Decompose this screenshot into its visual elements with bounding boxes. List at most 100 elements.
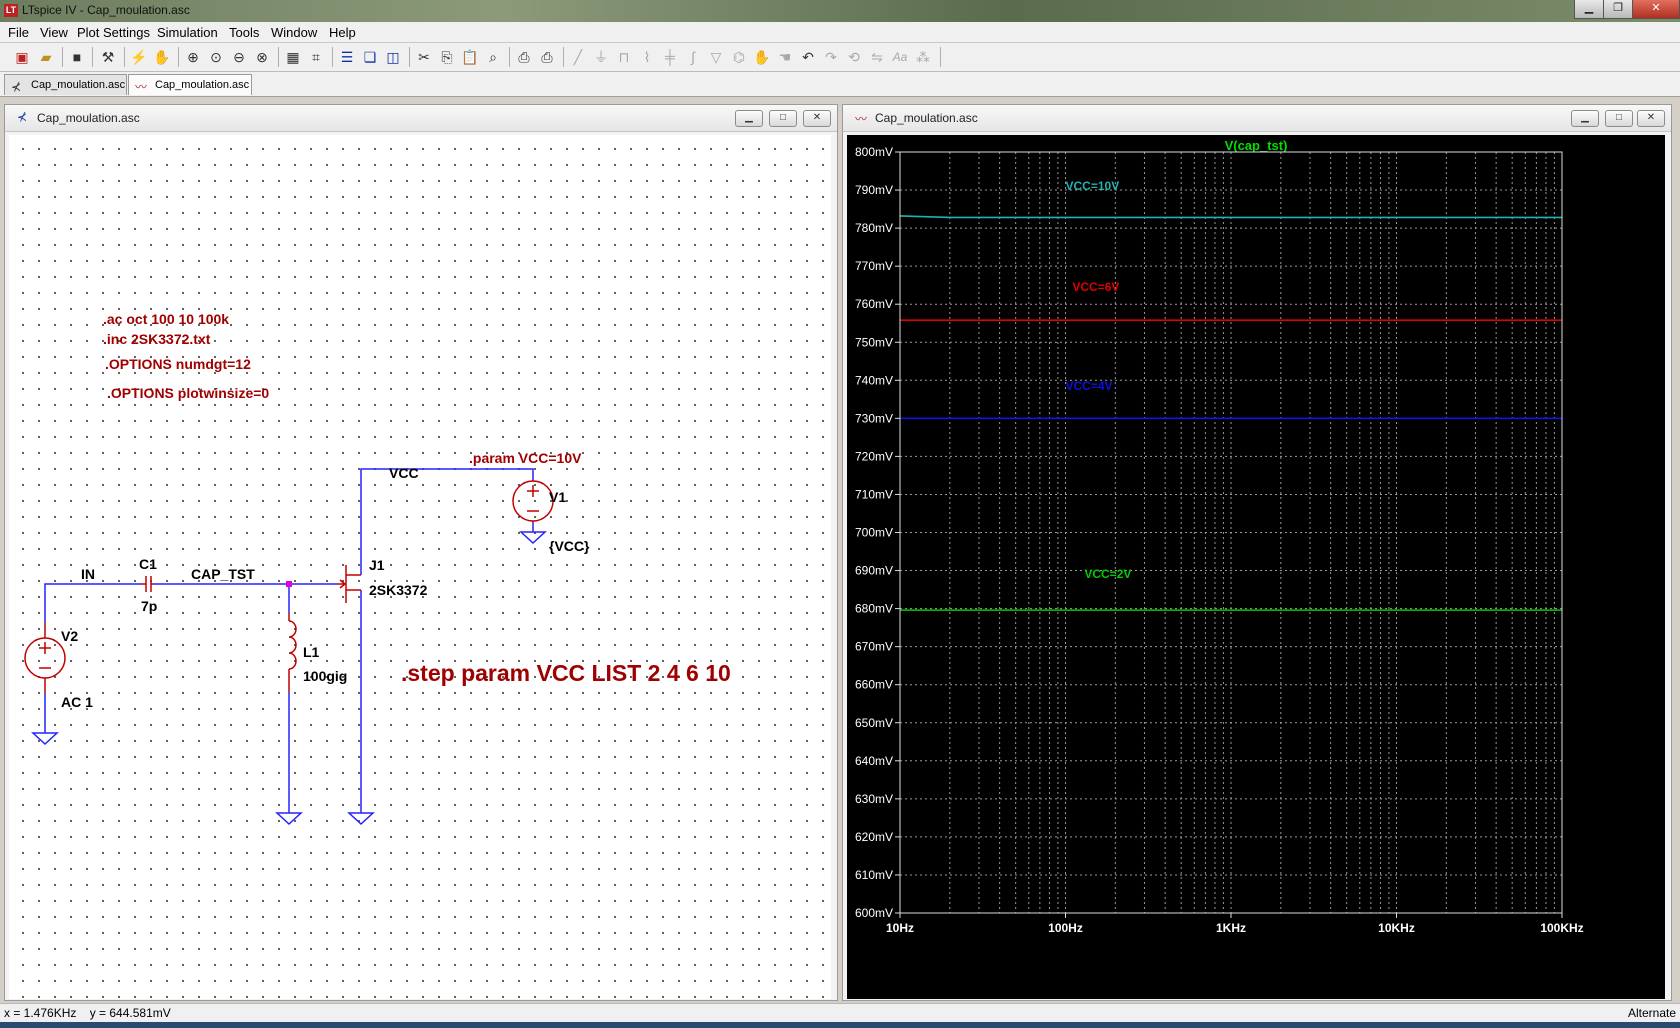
close-button[interactable]: ✕ bbox=[1632, 0, 1680, 19]
j1-label: J1 bbox=[369, 557, 385, 573]
v1-label: V1 bbox=[549, 489, 566, 505]
directive-step[interactable]: .step param VCC LIST 2 4 6 10 bbox=[401, 660, 731, 686]
wire bbox=[44, 583, 141, 622]
zoom-fit-icon[interactable]: ⊗ bbox=[252, 47, 272, 67]
wire bbox=[360, 468, 534, 575]
schematic-window-title: Cap_moulation.asc bbox=[37, 111, 140, 125]
toolbar-separator bbox=[178, 47, 179, 67]
autorange-icon[interactable]: ▦ bbox=[283, 47, 303, 67]
net-label-cap-tst: CAP_TST bbox=[191, 566, 255, 582]
rotate-icon[interactable]: ⟲ bbox=[844, 47, 864, 67]
tab-waveform[interactable]: 〰 Cap_moulation.asc bbox=[128, 74, 252, 95]
paste-icon[interactable]: 📋 bbox=[460, 47, 480, 67]
menu-help[interactable]: Help bbox=[329, 25, 356, 40]
directive-ac[interactable]: .ac oct 100 10 100k bbox=[103, 311, 229, 327]
minimize-button[interactable]: ▁ bbox=[1574, 0, 1604, 19]
x-tick-label: 100KHz bbox=[1540, 921, 1583, 935]
spice-directive-icon[interactable]: ⁂ bbox=[913, 47, 933, 67]
toolbar-separator bbox=[332, 47, 333, 67]
print-icon[interactable]: ⎙ bbox=[537, 47, 557, 67]
toolbar-separator bbox=[124, 47, 125, 67]
component-icon[interactable]: ⌬ bbox=[729, 47, 749, 67]
schematic-canvas[interactable]: IN C1 7p CAP_TST VCC V1 {VCC} J1 2SK3372… bbox=[9, 135, 831, 999]
schematic-window: ⊀ Cap_moulation.asc ▁ □ ✕ IN C1 7p CAP_T… bbox=[4, 104, 838, 1001]
menu-window[interactable]: Window bbox=[271, 25, 317, 40]
copy-icon[interactable]: ⎘ bbox=[437, 47, 457, 67]
menu-file[interactable]: File bbox=[8, 25, 29, 40]
resistor-icon[interactable]: ⌇ bbox=[637, 47, 657, 67]
cascade-icon[interactable]: ❏ bbox=[360, 47, 380, 67]
zoom-out-icon[interactable]: ⊖ bbox=[229, 47, 249, 67]
inductor-icon[interactable]: ∫ bbox=[683, 47, 703, 67]
label-net-icon[interactable]: ⊓ bbox=[614, 47, 634, 67]
diode-icon[interactable]: ▽ bbox=[706, 47, 726, 67]
ground-icon bbox=[275, 812, 303, 826]
y-tick-label: 700mV bbox=[855, 526, 893, 540]
v1-value: {VCC} bbox=[549, 538, 590, 554]
waveform-minimize-button[interactable]: ▁ bbox=[1571, 110, 1599, 127]
app-title-bar[interactable]: LT LTspice IV - Cap_moulation.asc ▁ ❐ ✕ bbox=[0, 0, 1680, 22]
menu-simulation[interactable]: Simulation bbox=[157, 25, 218, 40]
toolbar-separator bbox=[509, 47, 510, 67]
schematic-close-button[interactable]: ✕ bbox=[803, 110, 831, 127]
junction-dot bbox=[286, 581, 292, 587]
tile-horizontal-icon[interactable]: ☰ bbox=[337, 47, 357, 67]
restore-button[interactable]: ❐ bbox=[1603, 0, 1633, 19]
redo-icon[interactable]: ↷ bbox=[821, 47, 841, 67]
mirror-icon[interactable]: ⇋ bbox=[867, 47, 887, 67]
undo-icon[interactable]: ↶ bbox=[798, 47, 818, 67]
waveform-close-button[interactable]: ✕ bbox=[1637, 110, 1665, 127]
cut-icon[interactable]: ✂ bbox=[414, 47, 434, 67]
waveform-icon: 〰 bbox=[855, 112, 868, 126]
zoom-in-icon[interactable]: ⊕ bbox=[183, 47, 203, 67]
print-setup-icon[interactable]: ⎙ bbox=[514, 47, 534, 67]
move-icon[interactable]: ✋ bbox=[752, 47, 772, 67]
run-icon[interactable]: ⚡ bbox=[129, 47, 149, 67]
schematic-maximize-button[interactable]: □ bbox=[769, 110, 797, 127]
waveform-plot-area[interactable]: V(cap_tst) 800mV 790mV 780mV 770mV 760mV 750m… bbox=[847, 135, 1665, 999]
status-mode: Alternate bbox=[1627, 1006, 1676, 1020]
zoom-pan-icon[interactable]: ⊙ bbox=[206, 47, 226, 67]
waveform-icon: 〰 bbox=[135, 80, 148, 94]
directive-options-plotwinsize[interactable]: .OPTIONS plotwinsize=0 bbox=[107, 385, 269, 401]
y-tick-label: 790mV bbox=[855, 183, 893, 197]
waveform-window-titlebar[interactable]: 〰 Cap_moulation.asc ▁ □ ✕ bbox=[843, 105, 1671, 132]
wires bbox=[44, 468, 534, 813]
capacitor-icon[interactable]: ╪ bbox=[660, 47, 680, 67]
menu-tools[interactable]: Tools bbox=[229, 25, 259, 40]
y-tick-label: 780mV bbox=[855, 221, 893, 235]
cursor-coordinates: x = 1.476KHz y = 644.581mV bbox=[4, 1006, 171, 1020]
find-icon[interactable]: ⌕ bbox=[483, 47, 503, 67]
ground-icon[interactable]: ⏚ bbox=[591, 47, 611, 67]
measure-icon[interactable]: ⌗ bbox=[306, 47, 326, 67]
x-tick-label: 10KHz bbox=[1378, 921, 1415, 935]
net-label-in: IN bbox=[81, 566, 95, 582]
control-panel-icon[interactable]: ⚒ bbox=[98, 47, 118, 67]
wire-icon[interactable]: ╱ bbox=[568, 47, 588, 67]
save-icon[interactable]: ■ bbox=[67, 47, 87, 67]
tab-schematic[interactable]: ⊀ Cap_moulation.asc bbox=[4, 74, 127, 95]
toolbar-separator bbox=[409, 47, 410, 67]
x-tick-label: 10Hz bbox=[886, 921, 914, 935]
halt-icon[interactable]: ✋ bbox=[152, 47, 172, 67]
menu-plot-settings[interactable]: Plot Settings bbox=[77, 25, 150, 40]
text-icon[interactable]: Aa bbox=[890, 47, 910, 67]
y-tick-label: 670mV bbox=[855, 640, 893, 654]
tile-vertical-icon[interactable]: ◫ bbox=[383, 47, 403, 67]
ltspice-icon: LT bbox=[4, 4, 18, 17]
open-icon[interactable]: ▰ bbox=[36, 47, 56, 67]
y-tick-label: 610mV bbox=[855, 868, 893, 882]
waveform-maximize-button[interactable]: □ bbox=[1605, 110, 1633, 127]
new-schematic-icon[interactable]: ▣ bbox=[12, 47, 32, 67]
schematic-minimize-button[interactable]: ▁ bbox=[735, 110, 763, 127]
menu-view[interactable]: View bbox=[40, 25, 68, 40]
schematic-window-titlebar[interactable]: ⊀ Cap_moulation.asc ▁ □ ✕ bbox=[5, 105, 837, 132]
directive-options-numdgt[interactable]: .OPTIONS numdgt=12 bbox=[105, 356, 251, 372]
y-tick-label: 620mV bbox=[855, 830, 893, 844]
drag-icon[interactable]: ☚ bbox=[775, 47, 795, 67]
y-tick-label: 730mV bbox=[855, 411, 893, 425]
y-tick-label: 680mV bbox=[855, 602, 893, 616]
directive-inc[interactable]: .inc 2SK3372.txt bbox=[103, 331, 211, 347]
trace-title[interactable]: V(cap_tst) bbox=[1225, 138, 1288, 153]
directive-param[interactable]: .param VCC=10V bbox=[469, 450, 582, 466]
